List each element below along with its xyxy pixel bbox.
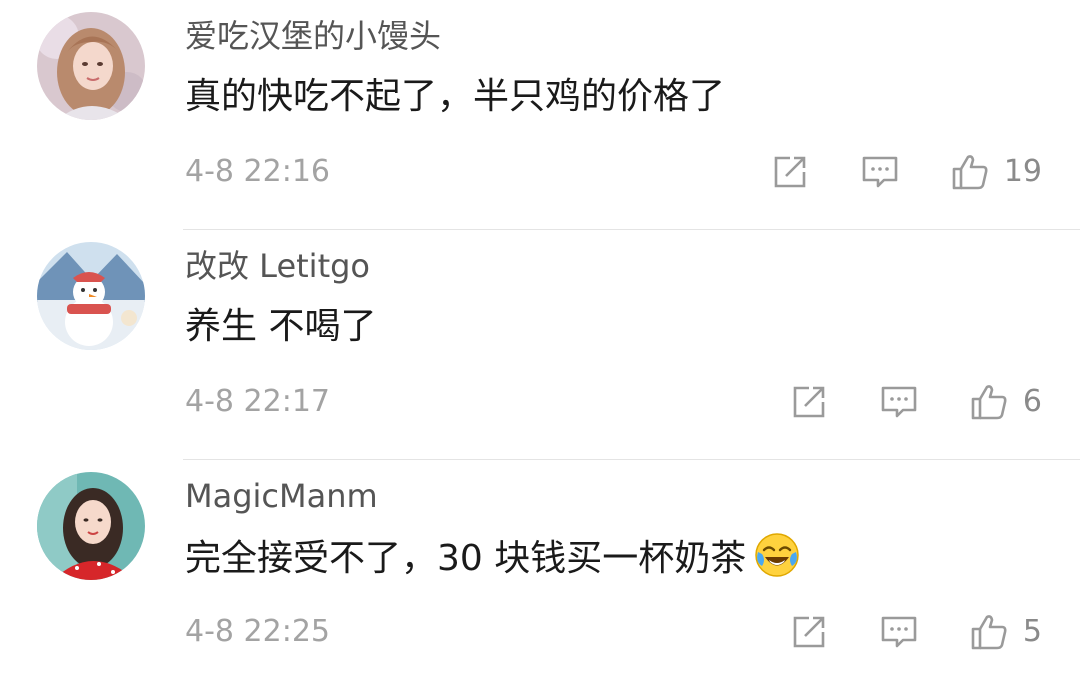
timestamp: 4-8 22:17 xyxy=(185,384,330,419)
avatar-woman-red-dress-image xyxy=(37,472,145,580)
username[interactable]: 爱吃汉堡的小馒头 xyxy=(185,14,441,58)
comment-text-content: 完全接受不了，30 块钱买一杯奶茶 xyxy=(185,538,747,579)
comment-item: 爱吃汉堡的小馒头 真的快吃不起了，半只鸡的价格了 4-8 22:16 19 xyxy=(0,0,1080,230)
crying-laughing-emoji-icon xyxy=(754,532,800,578)
like-count: 5 xyxy=(1022,614,1042,649)
share-icon[interactable] xyxy=(789,382,829,422)
comment-actions: 6 xyxy=(789,380,1042,424)
avatar-woman-light-hair-image xyxy=(37,12,145,120)
reply-icon[interactable] xyxy=(879,612,919,652)
comment-actions: 5 xyxy=(789,610,1042,654)
username[interactable]: 改改 Letitgo xyxy=(185,244,370,288)
comment-text: 真的快吃不起了，半只鸡的价格了 xyxy=(185,76,726,117)
like-count: 19 xyxy=(1003,154,1042,189)
comment-item: MagicManm 完全接受不了，30 块钱买一杯奶茶 4-8 22:25 5 xyxy=(0,460,1080,690)
reply-icon[interactable] xyxy=(879,382,919,422)
avatar[interactable] xyxy=(37,472,145,580)
comment-item: 改改 Letitgo 养生 不喝了 4-8 22:17 6 xyxy=(0,230,1080,460)
like-icon[interactable] xyxy=(969,382,1009,422)
reply-icon[interactable] xyxy=(860,152,900,192)
timestamp: 4-8 22:16 xyxy=(185,154,330,189)
username[interactable]: MagicManm xyxy=(185,474,378,518)
avatar-snowman-image xyxy=(37,242,145,350)
share-icon[interactable] xyxy=(770,152,810,192)
like-icon[interactable] xyxy=(969,612,1009,652)
timestamp: 4-8 22:25 xyxy=(185,614,330,649)
like-icon[interactable] xyxy=(950,152,990,192)
comment-actions: 19 xyxy=(770,150,1042,194)
share-icon[interactable] xyxy=(789,612,829,652)
like-count: 6 xyxy=(1022,384,1042,419)
comment-text: 养生 不喝了 xyxy=(185,306,377,347)
comment-text: 完全接受不了，30 块钱买一杯奶茶 xyxy=(185,532,800,584)
avatar[interactable] xyxy=(37,12,145,120)
avatar[interactable] xyxy=(37,242,145,350)
